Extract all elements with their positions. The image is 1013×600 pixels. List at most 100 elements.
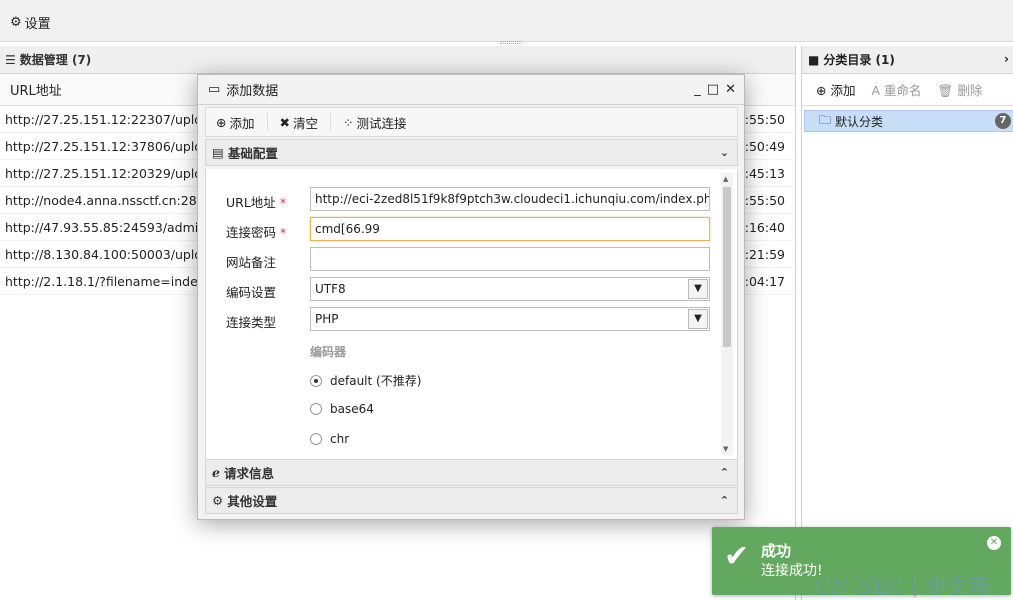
url-input[interactable]: http://eci-2zed8l51f9k8f9ptch3w.cloudeci… bbox=[310, 187, 710, 211]
section-basic-config[interactable]: ▤ 基础配置 ⌄ bbox=[205, 139, 738, 166]
url-label-text: URL地址 bbox=[226, 195, 276, 210]
scroll-down-icon[interactable]: ▼ bbox=[723, 445, 728, 453]
category-add-button[interactable]: ⊕ 添加 bbox=[816, 80, 855, 99]
password-input[interactable]: cmd[66.99 bbox=[310, 217, 710, 241]
encoding-select[interactable]: UTF8 ▼ bbox=[310, 277, 710, 301]
test-connection-button[interactable]: ⁘ 测试连接 bbox=[343, 113, 419, 131]
basic-config-form: URL地址 * http://eci-2zed8l51f9k8f9ptch3w.c… bbox=[205, 169, 738, 459]
e-icon: ℯ bbox=[212, 465, 220, 480]
encoder-option-default[interactable]: default (不推荐) bbox=[310, 372, 421, 389]
cogs-icon: ⚙ bbox=[212, 493, 224, 508]
type-row: 连接类型 PHP ▼ bbox=[206, 307, 726, 333]
url-row: URL地址 * http://eci-2zed8l51f9k8f9ptch3w.c… bbox=[206, 187, 726, 213]
folder-open-icon: 🗀 bbox=[819, 112, 832, 127]
folder-icon: ■ bbox=[808, 52, 820, 67]
encoding-value: UTF8 bbox=[315, 282, 346, 296]
encoder-option-chr[interactable]: chr bbox=[310, 432, 349, 446]
encoder-base64-label: base64 bbox=[330, 402, 374, 416]
chevron-up-icon: ⌃ bbox=[719, 494, 729, 507]
plus-circle-icon: ⊕ bbox=[216, 114, 227, 130]
category-rename-label: 重命名 bbox=[884, 83, 922, 98]
count-badge: 7 bbox=[995, 113, 1011, 129]
file-icon: ▤ bbox=[212, 145, 224, 160]
note-input[interactable] bbox=[310, 247, 710, 271]
data-panel-title: 数据管理 (7) bbox=[19, 53, 92, 67]
window-icon: ▭ bbox=[208, 82, 221, 97]
category-panel-title: 分类目录 (1) bbox=[823, 53, 895, 67]
clear-label: 清空 bbox=[292, 115, 318, 131]
settings-label: 设置 bbox=[24, 17, 51, 32]
encoding-label: 编码设置 bbox=[226, 285, 277, 300]
category-panel-header: ■ 分类目录 (1) › bbox=[802, 46, 1013, 74]
toast-close-icon[interactable]: ✕ bbox=[987, 536, 1001, 550]
category-panel: ■ 分类目录 (1) › ⊕ 添加 A 重命名 🗑 删除 🗀 默认分类 7 bbox=[801, 46, 1013, 600]
trash-icon: 🗑 bbox=[937, 83, 954, 98]
dialog-titlebar[interactable]: ▭ 添加数据 _ □ ✕ bbox=[198, 75, 744, 105]
category-delete-label: 删除 bbox=[957, 83, 983, 98]
category-add-label: 添加 bbox=[830, 83, 856, 98]
chevron-down-icon: ⌄ bbox=[719, 146, 729, 159]
row-url: http://2.1.18.1/?filename=index. bbox=[5, 273, 209, 289]
category-item-default[interactable]: 🗀 默认分类 7 bbox=[804, 110, 1013, 132]
dialog-title: 添加数据 bbox=[226, 84, 279, 99]
chevron-up-icon: ⌃ bbox=[719, 466, 729, 479]
toast-title: 成功 bbox=[761, 542, 792, 560]
x-icon: ✖ bbox=[279, 114, 290, 130]
encoding-row: 编码设置 UTF8 ▼ bbox=[206, 277, 726, 303]
settings-button[interactable]: ⚙ 设置 bbox=[10, 13, 51, 32]
url-label: URL地址 * bbox=[226, 192, 286, 211]
dialog-add-button[interactable]: ⊕ 添加 bbox=[216, 113, 268, 131]
password-label: 连接密码 * bbox=[226, 222, 286, 241]
radio-selected[interactable] bbox=[310, 374, 322, 387]
type-select[interactable]: PHP ▼ bbox=[310, 307, 710, 331]
note-row: 网站备注 bbox=[206, 247, 726, 273]
scroll-thumb[interactable] bbox=[723, 187, 731, 347]
password-row: 连接密码 * cmd[66.99 bbox=[206, 217, 726, 243]
minimize-icon[interactable]: _ bbox=[694, 82, 701, 97]
encoder-chr-label: chr bbox=[330, 432, 350, 446]
window-controls: _ □ ✕ bbox=[694, 82, 736, 97]
note-label: 网站备注 bbox=[226, 255, 277, 270]
category-delete-button[interactable]: 🗑 删除 bbox=[938, 80, 983, 99]
toast-message: 连接成功! bbox=[761, 563, 823, 579]
radio-unselected[interactable] bbox=[310, 403, 322, 415]
chevron-down-icon[interactable]: ▼ bbox=[688, 309, 708, 329]
type-value: PHP bbox=[315, 312, 339, 326]
type-label: 连接类型 bbox=[226, 315, 277, 330]
encoder-option-base64[interactable]: base64 bbox=[310, 402, 374, 416]
top-toolbar: ⚙ 设置 bbox=[0, 0, 1013, 42]
section-request-label: 请求信息 bbox=[223, 466, 274, 481]
scroll-up-icon[interactable]: ▲ bbox=[723, 175, 728, 183]
maximize-icon[interactable]: □ bbox=[707, 82, 719, 97]
required-mark: * bbox=[279, 195, 287, 210]
plus-circle-icon: ⊕ bbox=[816, 83, 827, 98]
radio-unselected[interactable] bbox=[310, 433, 322, 445]
encoder-title: 编码器 bbox=[310, 345, 347, 359]
close-icon[interactable]: ✕ bbox=[725, 82, 736, 97]
row-url: http://node4.anna.nssctf.cn:2818 bbox=[5, 192, 213, 208]
row-url: http://27.25.151.12:22307/uploa bbox=[5, 111, 210, 127]
dialog-toolbar: ⊕ 添加 ✖ 清空 ⁘ 测试连接 bbox=[205, 107, 738, 137]
chevron-down-icon[interactable]: ▼ bbox=[688, 279, 708, 299]
list-icon: ☰ bbox=[5, 52, 16, 67]
row-url: http://27.25.151.12:37806/uploa bbox=[5, 138, 210, 154]
row-url: http://8.130.84.100:50003/uploa bbox=[5, 246, 210, 262]
font-icon: A bbox=[871, 83, 881, 98]
spinner-icon: ⁘ bbox=[343, 114, 354, 130]
form-scrollbar[interactable]: ▲ ▼ bbox=[721, 173, 733, 455]
url-column-label: URL地址 bbox=[10, 84, 62, 99]
encoder-default-label: default (不推荐) bbox=[330, 374, 422, 388]
data-panel-header: ☰ 数据管理 (7) bbox=[0, 46, 795, 74]
clear-button[interactable]: ✖ 清空 bbox=[279, 113, 331, 131]
section-request-info[interactable]: ℯ 请求信息 ⌃ bbox=[205, 459, 738, 486]
category-item-label: 默认分类 bbox=[835, 114, 884, 129]
splitter-handle[interactable] bbox=[500, 41, 522, 44]
category-rename-button[interactable]: A 重命名 bbox=[871, 80, 921, 99]
row-url: http://27.25.151.12:20329/uploa bbox=[5, 165, 210, 181]
required-mark: * bbox=[280, 225, 287, 240]
section-other-label: 其他设置 bbox=[227, 494, 278, 509]
test-connection-label: 测试连接 bbox=[356, 115, 407, 131]
section-other-settings[interactable]: ⚙ 其他设置 ⌃ bbox=[205, 487, 738, 514]
chevron-right-icon[interactable]: › bbox=[1004, 52, 1009, 66]
dialog-add-label: 添加 bbox=[229, 115, 255, 131]
